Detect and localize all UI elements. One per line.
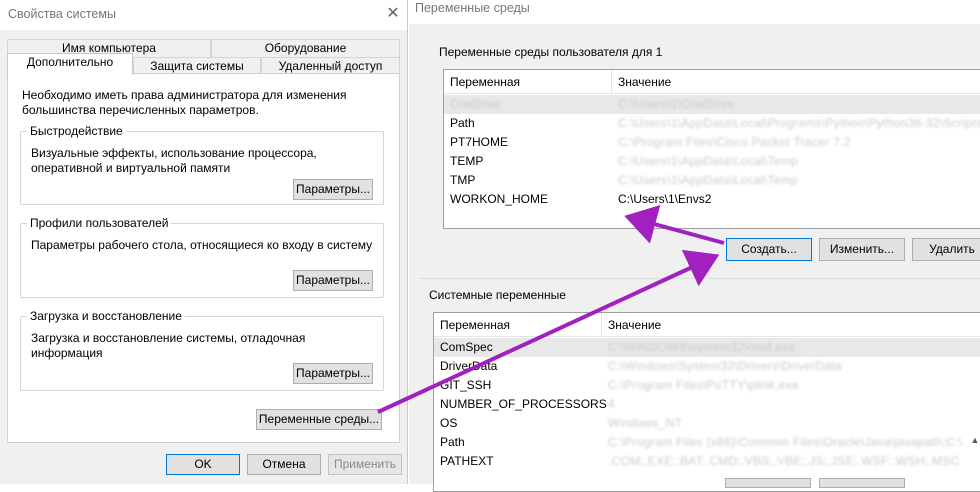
advanced-tab-panel: Необходимо иметь права администратора дл…	[7, 73, 400, 443]
environment-variables-button[interactable]: Переменные среды...	[256, 409, 382, 430]
variable-name: PT7HOME	[450, 135, 509, 149]
list-item[interactable]: Path C:\Users\1\AppData\Local\Programs\Py…	[444, 114, 980, 133]
user-profiles-title: Профили пользователей	[27, 216, 172, 230]
window-title: Свойства системы	[8, 7, 116, 21]
user-vars-panel: Переменные среды пользователя для 1 Пере…	[419, 24, 980, 278]
performance-settings-button[interactable]: Параметры...	[293, 179, 373, 200]
env-title-bar: Переменные среды	[409, 0, 980, 24]
environment-variables-window: Переменные среды Переменные среды пользо…	[409, 0, 980, 492]
user-profiles-settings-button[interactable]: Параметры...	[293, 270, 373, 291]
create-variable-button[interactable]: Создать...	[726, 238, 812, 261]
title-bar: Свойства системы ✕	[0, 0, 407, 30]
system-vars-header: Переменная Значение	[434, 313, 980, 337]
apply-button[interactable]: Применить	[328, 454, 402, 475]
edit-variable-button[interactable]: Изменить...	[819, 238, 905, 261]
variable-name: PATHEXT	[440, 454, 494, 468]
variable-value: C:\Users\1\OneDrive	[618, 97, 735, 111]
startup-recovery-title: Загрузка и восстановление	[27, 309, 185, 323]
variable-value: C:\Users\1\AppData\Local\Temp	[618, 154, 799, 168]
delete-variable-button[interactable]: Удалить	[912, 238, 980, 261]
variable-value: C:\Program Files\PuTTY\plink.exe	[608, 378, 799, 392]
column-value[interactable]: Значение	[612, 70, 980, 94]
startup-recovery-settings-button[interactable]: Параметры...	[293, 363, 373, 384]
startup-recovery-group: Загрузка и восстановление Загрузка и вос…	[20, 309, 384, 391]
variable-value: C:\WINDOWS\system32\cmd.exe	[608, 340, 796, 354]
performance-group: Быстродействие Визуальные эффекты, испол…	[20, 124, 384, 205]
variable-name: ComSpec	[440, 340, 493, 354]
list-item[interactable]: Path C:\Program Files (x86)\Common Files\…	[434, 433, 980, 452]
system-create-button-edge[interactable]	[725, 478, 811, 488]
system-properties-window: Свойства системы ✕ Имя компьютера Оборуд…	[0, 0, 408, 484]
variable-value: C:\Program Files (x86)\Common Files\Orac…	[608, 435, 963, 449]
performance-title: Быстродействие	[27, 124, 126, 138]
column-variable[interactable]: Переменная	[444, 70, 612, 94]
env-window-title: Переменные среды	[415, 1, 530, 15]
list-item[interactable]: OneDrive C:\Users\1\OneDrive	[444, 95, 980, 114]
variable-value: C:\Program Files\Cisco Packet Tracer 7.2	[618, 135, 851, 149]
variable-name: DriverData	[440, 359, 498, 373]
variable-name: GIT_SSH	[440, 378, 492, 392]
close-icon[interactable]: ✕	[382, 4, 404, 26]
tab-hardware[interactable]: Оборудование	[211, 39, 400, 57]
list-item[interactable]: WORKON_HOME C:\Users\1\Envs2	[444, 190, 980, 209]
list-item[interactable]: GIT_SSH C:\Program Files\PuTTY\plink.exe	[434, 376, 980, 395]
admin-note: Необходимо иметь права администратора дл…	[22, 88, 347, 117]
list-item[interactable]: TEMP C:\Users\1\AppData\Local\Temp	[444, 152, 980, 171]
variable-value: C:\Users\1\AppData\Local\Temp	[618, 173, 799, 187]
system-vars-section-title: Системные переменные	[429, 288, 566, 302]
list-item[interactable]: OS Windows_NT	[434, 414, 980, 433]
list-item[interactable]: PATHEXT .COM;.EXE;.BAT;.CMD;.VBS;.VBE;.JS…	[434, 452, 980, 471]
variable-name: Path	[440, 435, 465, 449]
user-vars-list[interactable]: Переменная Значение OneDrive C:\Users\1\O…	[443, 69, 980, 229]
scroll-up-icon[interactable]: ▲	[970, 435, 980, 445]
variable-value: C:\Users\1\AppData\Local\Programs\Python…	[618, 116, 980, 130]
variable-value: .COM;.EXE;.BAT;.CMD;.VBS;.VBE;.JS;.JSE;.…	[608, 454, 960, 468]
divider	[419, 278, 980, 279]
user-vars-header: Переменная Значение	[444, 70, 980, 94]
list-item[interactable]: TMP C:\Users\1\AppData\Local\Temp	[444, 171, 980, 190]
performance-description: Визуальные эффекты, использование процес…	[31, 146, 317, 175]
list-item[interactable]: DriverData C:\Windows\System32\Drivers\Dr…	[434, 357, 980, 376]
user-profiles-group: Профили пользователей Параметры рабочего…	[20, 216, 384, 298]
variable-value: C:\Users\1\Envs2	[618, 192, 712, 206]
variable-value: C:\Windows\System32\Drivers\DriverData	[608, 359, 843, 373]
variable-name: WORKON_HOME	[450, 192, 549, 206]
variable-name: OneDrive	[450, 97, 501, 111]
startup-recovery-description: Загрузка и восстановление системы, отлад…	[31, 331, 306, 360]
variable-name: NUMBER_OF_PROCESSORS	[440, 397, 607, 411]
variable-value: Windows_NT	[608, 416, 683, 430]
column-variable[interactable]: Переменная	[434, 313, 602, 337]
list-item[interactable]: ComSpec C:\WINDOWS\system32\cmd.exe	[434, 338, 980, 357]
ok-button[interactable]: OK	[166, 454, 240, 475]
column-value[interactable]: Значение	[602, 313, 980, 337]
user-profiles-description: Параметры рабочего стола, относящиеся ко…	[31, 238, 373, 252]
variable-name: TMP	[450, 173, 476, 187]
tab-advanced[interactable]: Дополнительно	[7, 53, 133, 75]
cancel-button[interactable]: Отмена	[247, 454, 321, 475]
user-vars-section-title: Переменные среды пользователя для 1	[439, 45, 663, 59]
variable-value: 4	[608, 397, 615, 411]
variable-name: Path	[450, 116, 475, 130]
variable-name: OS	[440, 416, 458, 430]
system-vars-list[interactable]: Переменная Значение ComSpec C:\WINDOWS\sy…	[433, 312, 980, 492]
system-edit-button-edge[interactable]	[819, 478, 905, 488]
variable-name: TEMP	[450, 154, 484, 168]
list-item[interactable]: NUMBER_OF_PROCESSORS 4	[434, 395, 980, 414]
list-item[interactable]: PT7HOME C:\Program Files\Cisco Packet Tra…	[444, 133, 980, 152]
